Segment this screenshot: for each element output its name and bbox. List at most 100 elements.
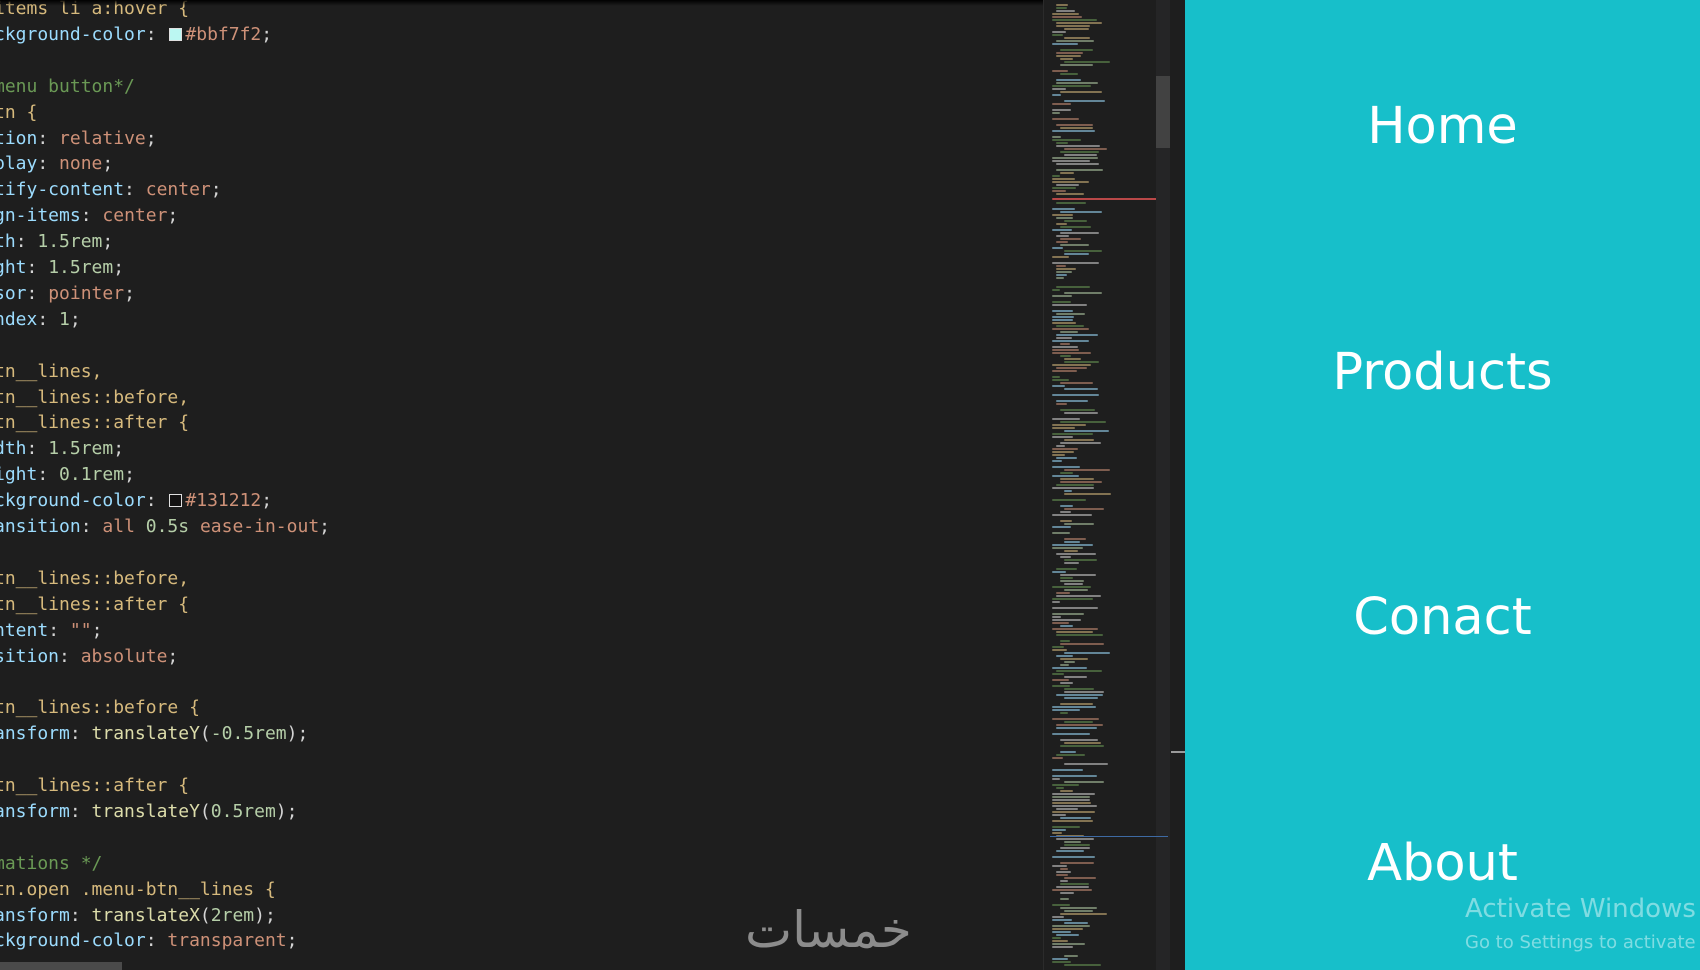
code-line[interactable]: mations */ [0, 851, 102, 877]
minimap-line [1064, 292, 1102, 294]
code-line[interactable]: tn__lines::after { [0, 592, 189, 618]
code-line[interactable]: ntent: ""; [0, 618, 102, 644]
code-token: : [37, 153, 60, 175]
nav-link-contact[interactable]: Conact [1185, 586, 1700, 650]
code-line[interactable]: sition: absolute; [0, 644, 178, 670]
minimap-line [1060, 790, 1073, 792]
code-token: ; [124, 282, 135, 304]
minimap-line [1052, 136, 1061, 138]
minimap-line [1060, 73, 1078, 75]
minimap-line [1064, 61, 1110, 63]
code-line[interactable]: tn__lines::after { [0, 410, 189, 436]
code-token: -0.5rem [210, 723, 287, 745]
code-line[interactable]: menu button*/ [0, 74, 135, 100]
code-line[interactable]: th: 1.5rem; [0, 229, 113, 255]
code-line[interactable]: ckground-color: #131212; [0, 488, 272, 514]
code-line[interactable]: ght: 1.5rem; [0, 255, 124, 281]
minimap-line [1064, 490, 1072, 492]
code-line[interactable]: tn__lines, [0, 359, 102, 385]
color-swatch[interactable] [169, 27, 183, 41]
code-token: ckground-color [0, 23, 146, 45]
code-token: ansform [0, 723, 70, 745]
code-token: absolute [80, 645, 168, 667]
code-line[interactable]: play: none; [0, 151, 113, 177]
nav-link-home[interactable]: Home [1185, 95, 1700, 159]
minimap[interactable] [1043, 0, 1170, 970]
vertical-scrollbar-thumb[interactable] [1156, 76, 1170, 148]
code-line[interactable]: tn { [0, 100, 37, 126]
nav-link-products[interactable]: Products [1185, 341, 1700, 405]
code-line[interactable]: tn__lines::before { [0, 695, 200, 721]
minimap-line [1056, 169, 1103, 171]
minimap-line [1060, 682, 1073, 684]
code-line[interactable]: tion: relative; [0, 126, 157, 152]
code-token: pointer [48, 282, 125, 304]
code-line[interactable]: ansform: translateY(0.5rem); [0, 799, 297, 825]
code-line[interactable]: ansition: all 0.5s ease-in-out; [0, 514, 330, 540]
code-token: : [26, 257, 49, 278]
code-token: : [145, 490, 168, 512]
minimap-line [1064, 781, 1104, 783]
horizontal-scrollbar-thumb[interactable] [0, 962, 122, 970]
code-line[interactable]: ckground-color: transparent; [0, 928, 297, 954]
minimap-line [1052, 856, 1095, 858]
code-token: : [26, 282, 49, 304]
minimap-line [1056, 727, 1097, 729]
minimap-line [1060, 862, 1094, 864]
minimap-line [1064, 220, 1087, 222]
minimap-line [1052, 103, 1071, 105]
minimap-line [1052, 547, 1083, 549]
minimap-line [1052, 889, 1092, 891]
minimap-line [1060, 880, 1068, 882]
minimap-line [1052, 820, 1093, 822]
browser-preview: Home Products Conact About [1185, 0, 1700, 970]
minimap-line [1052, 628, 1098, 630]
minimap-line [1052, 448, 1078, 450]
code-line[interactable]: dth: 1.5rem; [0, 436, 124, 462]
minimap-line [1064, 763, 1108, 765]
code-token: tion [0, 127, 38, 149]
minimap-line [1056, 874, 1068, 876]
minimap-line [1056, 724, 1103, 726]
code-line[interactable]: tn.open .menu-btn__lines { [0, 877, 276, 903]
code-line[interactable]: tify-content: center; [0, 177, 222, 203]
code-token: ; [113, 257, 125, 278]
code-line[interactable]: tn__lines::before, [0, 385, 189, 411]
minimap-line [1060, 625, 1073, 627]
code-line[interactable]: sor: pointer; [0, 281, 135, 307]
minimap-line [1056, 163, 1099, 165]
vertical-scrollbar[interactable] [1156, 0, 1170, 970]
code-line[interactable]: ight: 0.1rem; [0, 462, 135, 488]
minimap-line [1052, 832, 1062, 834]
minimap-line [1052, 706, 1096, 708]
minimap-line [1052, 925, 1090, 927]
code-token: ); [286, 723, 309, 745]
code-token: : [59, 645, 81, 667]
minimap-line [1052, 757, 1063, 759]
code-line[interactable]: ckground-color: #bbf7f2; [0, 22, 272, 48]
minimap-line [1052, 571, 1066, 573]
minimap-line [1064, 691, 1104, 693]
code-line[interactable]: ansform: translateX(2rem); [0, 903, 276, 929]
minimap-line [1056, 313, 1085, 315]
minimap-line [1056, 223, 1067, 225]
minimap-line [1052, 943, 1085, 945]
minimap-line [1052, 85, 1091, 87]
code-token: gn-items [0, 205, 81, 227]
code-token: tn__lines::after { [0, 775, 190, 796]
color-swatch[interactable] [169, 494, 183, 508]
nav-link-about[interactable]: About [1185, 832, 1700, 896]
code-token: menu button*/ [0, 75, 135, 97]
code-line[interactable]: tn__lines::before, [0, 566, 189, 592]
code-line[interactable]: tn__lines::after { [0, 773, 189, 799]
minimap-line [1052, 709, 1080, 711]
minimap-line [1052, 13, 1079, 15]
code-editor[interactable]: items li a:hover {ckground-color: #bbf7f… [0, 0, 1043, 970]
code-line[interactable]: gn-items: center; [0, 203, 178, 229]
code-line[interactable]: ndex: 1; [0, 307, 81, 333]
minimap-line [1052, 346, 1078, 348]
code-line[interactable]: ansform: translateY(-0.5rem); [0, 721, 308, 747]
minimap-line [1052, 649, 1067, 651]
code-token: : [145, 23, 168, 45]
minimap-line [1052, 799, 1090, 801]
